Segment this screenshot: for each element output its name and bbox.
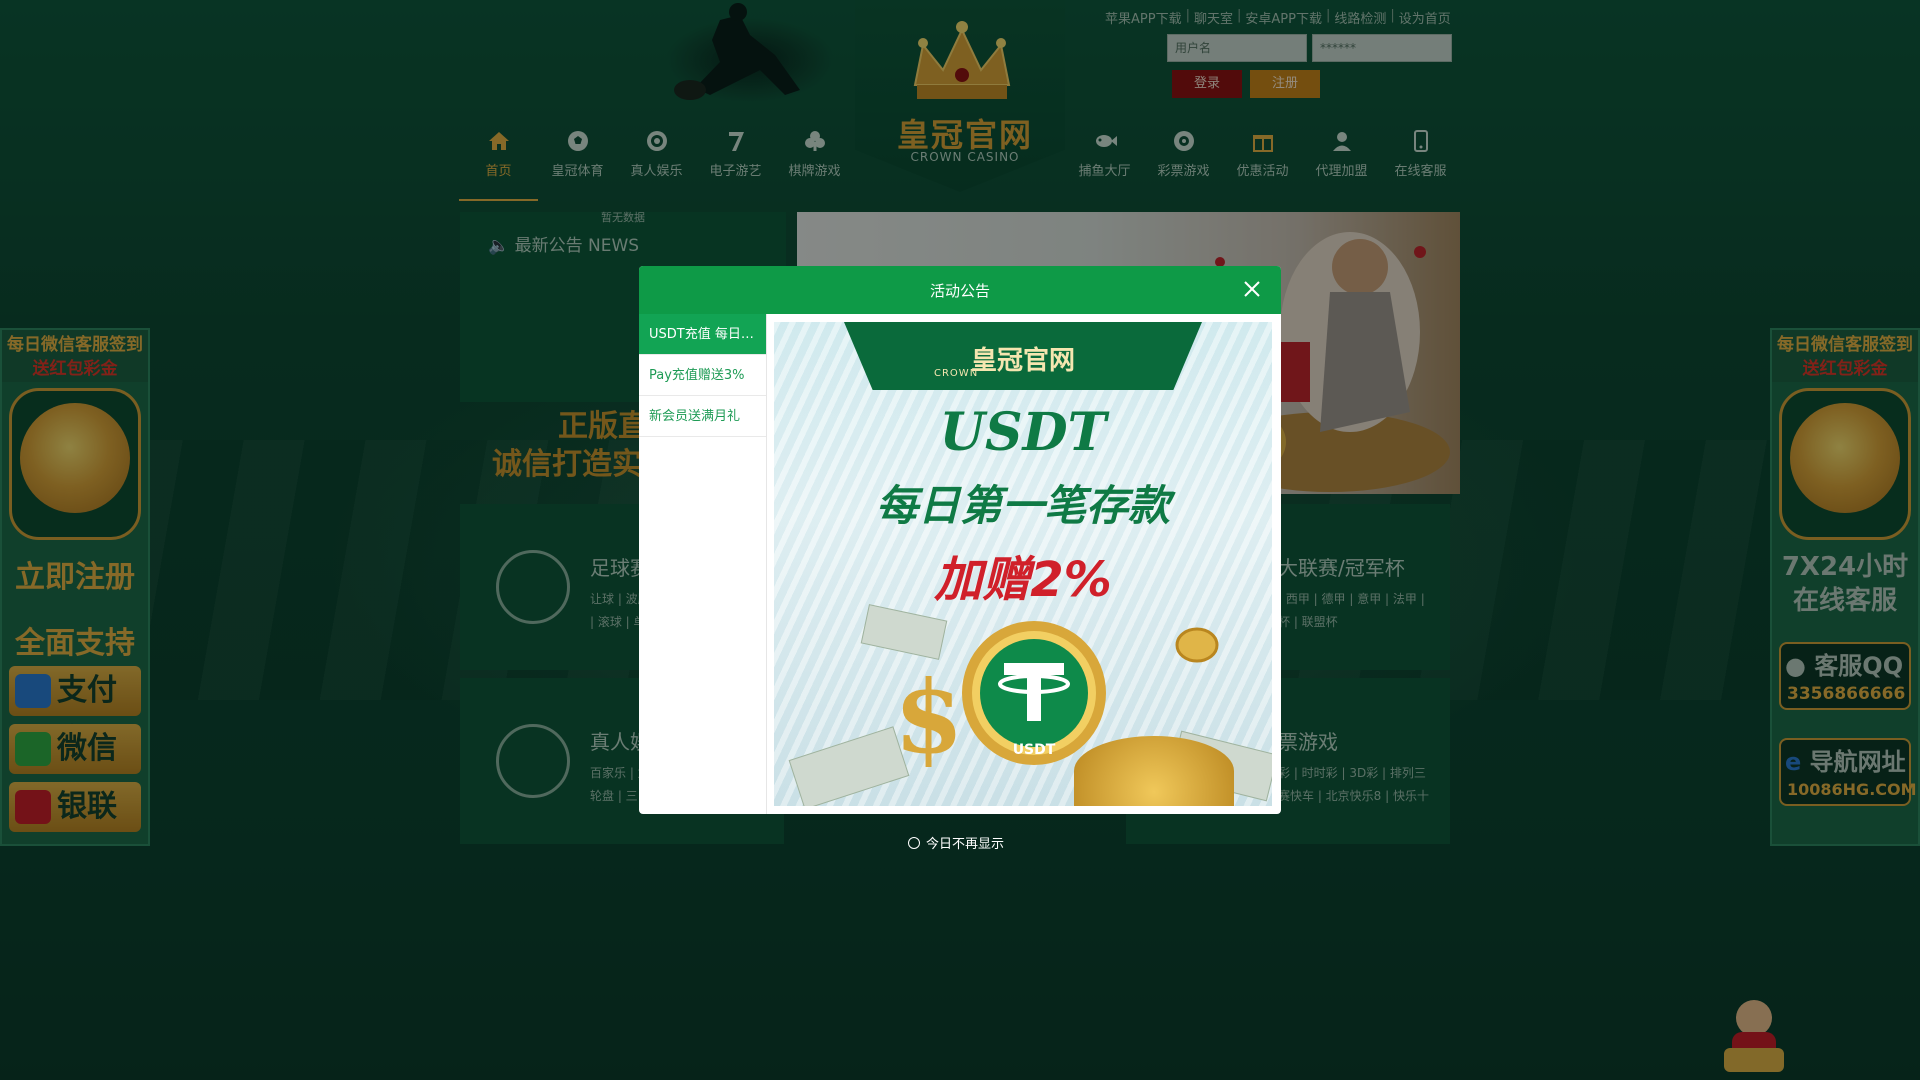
modal-title: 活动公告 [929, 282, 990, 300]
close-icon[interactable] [1239, 276, 1265, 302]
dont-show-radio[interactable] [908, 836, 920, 849]
promo-headline: USDT [939, 402, 1107, 463]
dont-show-today[interactable]: 今日不再显示 [908, 833, 1004, 852]
promo-line3: 加赠2% [934, 552, 1112, 608]
coin-icon [1175, 627, 1219, 663]
modal-header: 活动公告 [639, 266, 1281, 314]
announcement-tabs: USDT充值 每日首笔存款加赠2% Pay充值赠送3% 新会员送满月礼 [639, 314, 767, 814]
announcement-modal: 活动公告 USDT充值 每日首笔存款加赠2% Pay充值赠送3% 新会员送满月礼… [639, 266, 1281, 814]
dont-show-label: 今日不再显示 [926, 837, 1005, 852]
tab-new-member-gift[interactable]: 新会员送满月礼 [639, 396, 766, 437]
usdt-coin-label: USDT [1012, 742, 1056, 758]
promo-image: 皇冠官网 CROWN USDT 每日第一笔存款 加赠2% $ USDT [774, 322, 1272, 806]
tab-pay-bonus[interactable]: Pay充值赠送3% [639, 355, 766, 396]
promo-line2: 每日第一笔存款 [875, 481, 1170, 530]
promo-brand-sub: CROWN [934, 368, 979, 379]
promo-brand: 皇冠官网 [970, 346, 1075, 376]
tab-usdt-deposit[interactable]: USDT充值 每日首笔存款加赠2% [639, 314, 766, 355]
dollar-sign-icon: $ [894, 658, 964, 776]
